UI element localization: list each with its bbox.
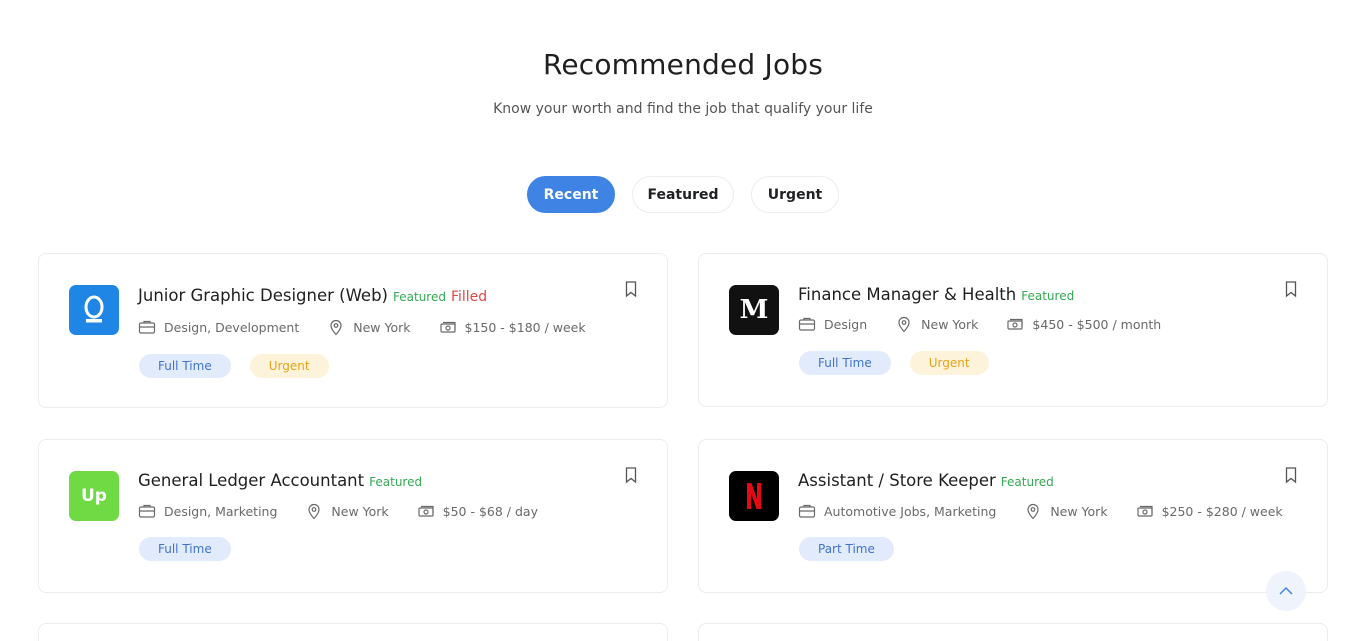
money-icon <box>1136 505 1153 517</box>
featured-label: Featured <box>369 475 423 489</box>
bookmark-button[interactable] <box>1283 280 1299 298</box>
bookmark-button[interactable] <box>1283 466 1299 484</box>
briefcase-icon <box>798 504 816 518</box>
map-pin-icon <box>1027 503 1039 520</box>
job-card[interactable] <box>38 623 668 641</box>
job-title[interactable]: Junior Graphic Designer (Web) <box>138 286 388 305</box>
company-logo: Up <box>69 471 119 521</box>
job-title[interactable]: Assistant / Store Keeper <box>798 471 996 490</box>
job-card[interactable]: M Finance Manager & Health Featured Desi… <box>698 253 1328 407</box>
map-pin-icon <box>330 319 342 336</box>
tab-urgent[interactable]: Urgent <box>751 176 839 213</box>
q-logo-icon <box>84 295 104 323</box>
job-location: New York <box>331 503 389 519</box>
tab-recent[interactable]: Recent <box>527 176 615 213</box>
briefcase-icon <box>138 504 156 518</box>
job-title[interactable]: Finance Manager & Health <box>798 285 1016 304</box>
bookmark-icon <box>625 467 637 484</box>
urgent-tag: Urgent <box>249 354 329 378</box>
money-icon <box>1007 318 1024 330</box>
job-category: Design, Marketing <box>164 503 278 519</box>
bookmark-icon <box>1285 467 1297 484</box>
section-title: Recommended Jobs <box>542 48 824 81</box>
job-category: Design <box>824 316 868 332</box>
job-location: New York <box>1050 503 1108 519</box>
filled-label: Filled <box>450 289 488 305</box>
job-card[interactable]: Up General Ledger Accountant Featured De… <box>38 439 668 593</box>
urgent-tag: Urgent <box>909 351 989 375</box>
job-category: Design, Development <box>164 319 300 335</box>
job-type-tag: Full Time <box>799 351 891 375</box>
company-logo <box>729 471 779 521</box>
tab-featured[interactable]: Featured <box>632 176 734 213</box>
map-pin-icon <box>898 316 910 333</box>
briefcase-icon <box>798 317 816 331</box>
money-icon <box>418 505 434 517</box>
job-category: Automotive Jobs, Marketing <box>824 503 997 519</box>
job-type-tag: Full Time <box>139 537 231 561</box>
featured-label: Featured <box>1021 289 1075 303</box>
job-location: New York <box>921 316 979 332</box>
job-location: New York <box>353 319 411 335</box>
featured-label: Featured <box>393 290 446 304</box>
bookmark-button[interactable] <box>623 280 639 298</box>
job-card[interactable] <box>698 623 1328 641</box>
job-salary: $250 - $280 / week <box>1161 503 1283 519</box>
money-icon <box>439 321 456 333</box>
job-card[interactable]: Assistant / Store Keeper Featured Automo… <box>698 439 1328 593</box>
section-subtitle: Know your worth and find the job that qu… <box>493 101 873 117</box>
job-title[interactable]: General Ledger Accountant <box>138 471 364 490</box>
m-logo-icon: M <box>739 295 769 325</box>
scroll-to-top-button[interactable] <box>1266 571 1306 611</box>
job-salary: $150 - $180 / week <box>464 319 586 335</box>
job-card[interactable]: Junior Graphic Designer (Web) Featured F… <box>38 253 668 408</box>
featured-label: Featured <box>1000 475 1054 489</box>
map-pin-icon <box>308 503 321 520</box>
company-logo: M <box>729 285 779 335</box>
job-type-tag: Full Time <box>139 354 231 378</box>
job-type-tag: Part Time <box>799 537 894 561</box>
job-salary: $450 - $500 / month <box>1032 316 1162 332</box>
upwork-logo-icon: Up <box>81 486 107 506</box>
bookmark-icon <box>625 281 637 298</box>
netflix-logo-icon <box>747 483 761 509</box>
job-salary: $50 - $68 / day <box>442 503 538 519</box>
bookmark-icon <box>1285 281 1297 298</box>
briefcase-icon <box>138 320 156 334</box>
company-logo <box>69 285 119 335</box>
chevron-up-icon <box>1279 586 1293 595</box>
bookmark-button[interactable] <box>623 466 639 484</box>
job-filter-tabs: Recent Featured Urgent <box>0 176 1366 213</box>
